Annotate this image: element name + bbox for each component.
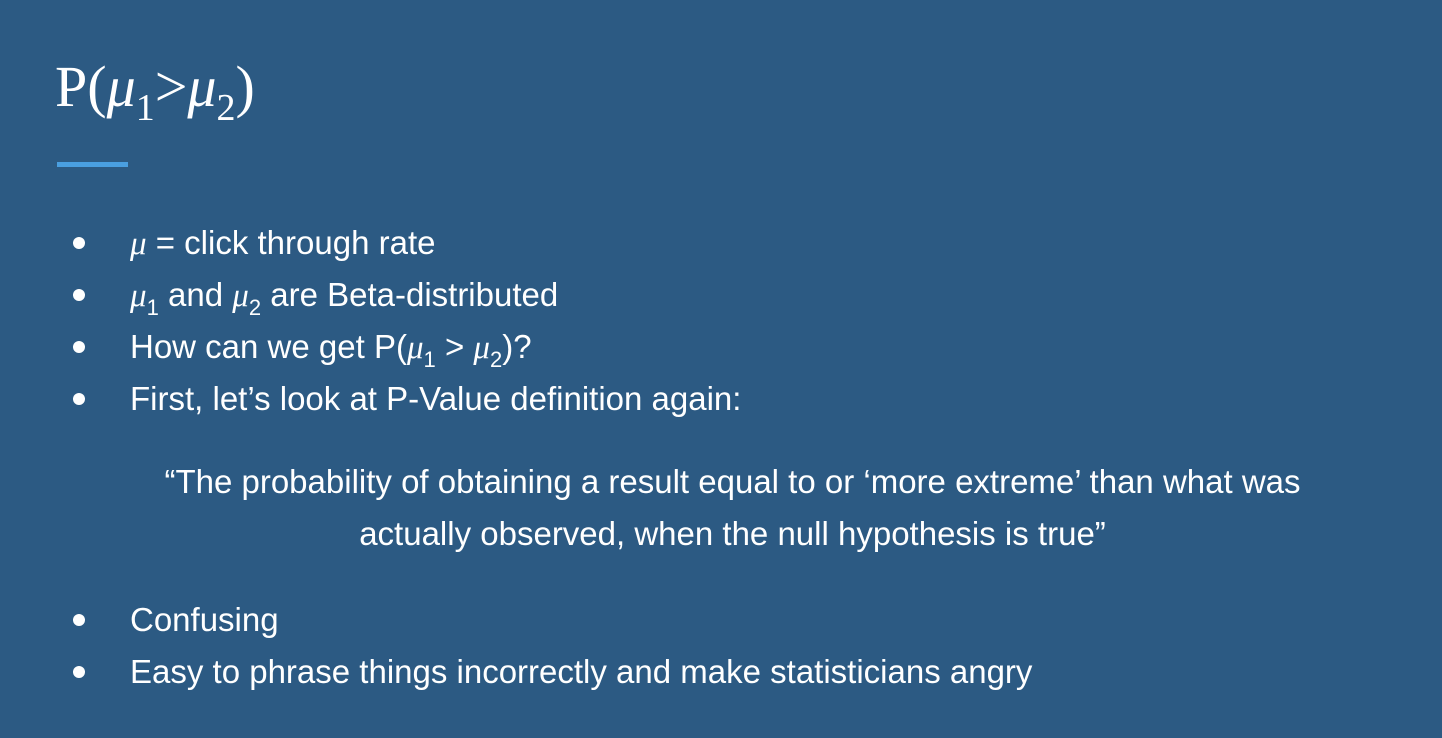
bullet-text: First, let’s look at P-Value definition … — [130, 380, 742, 417]
bullet-list-top: μ = click through rate μ1 and μ2 are Bet… — [0, 217, 741, 425]
bullet-item: First, let’s look at P-Value definition … — [0, 373, 741, 425]
title-underline-accent — [57, 162, 128, 167]
slide-title: P(μ1>μ2) — [55, 58, 255, 128]
bullet-text: are Beta-distributed — [261, 276, 559, 313]
mu-symbol: μ — [130, 278, 147, 314]
p-value-definition-quote: “The probability of obtaining a result e… — [60, 456, 1405, 560]
bullet-item: How can we get P(μ1 > μ2)? — [0, 321, 741, 373]
title-gt: > — [154, 54, 188, 119]
bullet-item: μ = click through rate — [0, 217, 741, 269]
bullet-text: Confusing — [130, 601, 279, 638]
title-mu1: μ — [106, 54, 136, 119]
mu-symbol: μ — [406, 330, 424, 366]
mu-symbol: μ — [473, 330, 490, 366]
subscript: 2 — [248, 295, 262, 320]
title-sub2: 2 — [216, 87, 236, 129]
title-suffix: ) — [235, 54, 255, 119]
title-sub1: 1 — [135, 87, 155, 129]
title-mu2: μ — [187, 54, 217, 119]
subscript: 1 — [423, 347, 436, 372]
subscript: 2 — [489, 347, 503, 372]
bullet-item: Easy to phrase things incorrectly and ma… — [0, 646, 1032, 698]
mu-symbol: μ — [232, 278, 249, 314]
bullet-dot-icon — [73, 237, 85, 249]
bullet-item: Confusing — [0, 594, 1032, 646]
bullet-text: and — [158, 276, 233, 313]
bullet-text: Easy to phrase things incorrectly and ma… — [130, 653, 1033, 690]
title-prefix: P( — [55, 54, 107, 119]
bullet-dot-icon — [73, 289, 85, 301]
bullet-dot-icon — [73, 393, 85, 405]
bullet-dot-icon — [73, 614, 85, 626]
subscript: 1 — [146, 295, 159, 320]
mu-symbol: μ — [130, 226, 147, 262]
quote-line: actually observed, when the null hypothe… — [359, 515, 1106, 552]
bullet-text: )? — [502, 328, 532, 365]
bullet-item: μ1 and μ2 are Beta-distributed — [0, 269, 741, 321]
bullet-dot-icon — [73, 341, 85, 353]
bullet-dot-icon — [73, 666, 85, 678]
quote-line: “The probability of obtaining a result e… — [164, 463, 1301, 500]
slide: P(μ1>μ2) μ = click through rate μ1 and μ… — [0, 0, 1442, 738]
bullet-text: = click through rate — [146, 224, 436, 261]
bullet-text: How can we get P( — [130, 328, 407, 365]
bullet-list-bottom: Confusing Easy to phrase things incorrec… — [0, 594, 1032, 698]
bullet-text: > — [435, 328, 474, 365]
